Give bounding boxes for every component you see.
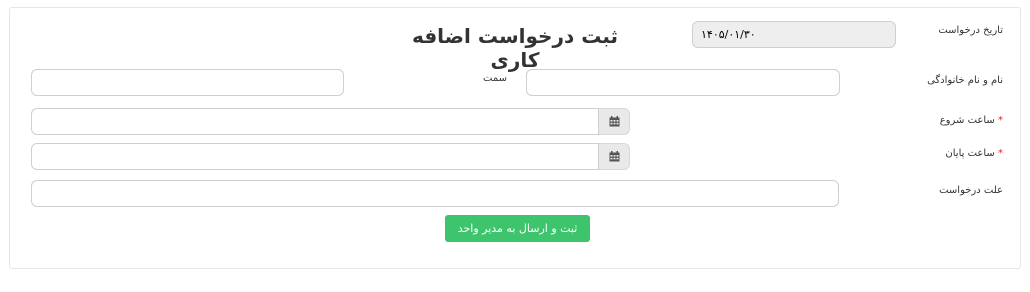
end-time-label-text: ساعت پایان (945, 148, 995, 159)
full-name-field[interactable] (526, 69, 840, 96)
page-title: ثبت درخواست اضافه کاری (411, 24, 619, 72)
end-time-picker-button[interactable] (599, 143, 630, 170)
start-time-label-text: ساعت شروع (939, 115, 995, 126)
start-time-label: * ساعت شروع (940, 115, 1003, 126)
position-label: سمت (483, 73, 507, 84)
required-mark: * (998, 115, 1003, 126)
reason-field[interactable] (31, 180, 839, 207)
end-time-label: * ساعت پایان (945, 148, 1003, 159)
reason-label: علت درخواست (939, 185, 1003, 196)
calendar-icon (609, 116, 619, 127)
start-time-picker-button[interactable] (599, 108, 630, 135)
end-time-field[interactable] (31, 143, 599, 170)
position-field[interactable] (31, 69, 344, 96)
request-date-label: تاریخ درخواست (938, 25, 1003, 36)
request-date-field (692, 21, 896, 48)
start-time-field[interactable] (31, 108, 599, 135)
required-mark: * (998, 148, 1003, 159)
calendar-icon (609, 151, 619, 162)
full-name-label: نام و نام خانوادگی (927, 75, 1003, 86)
submit-button[interactable]: ثبت و ارسال به مدیر واحد (445, 215, 590, 242)
